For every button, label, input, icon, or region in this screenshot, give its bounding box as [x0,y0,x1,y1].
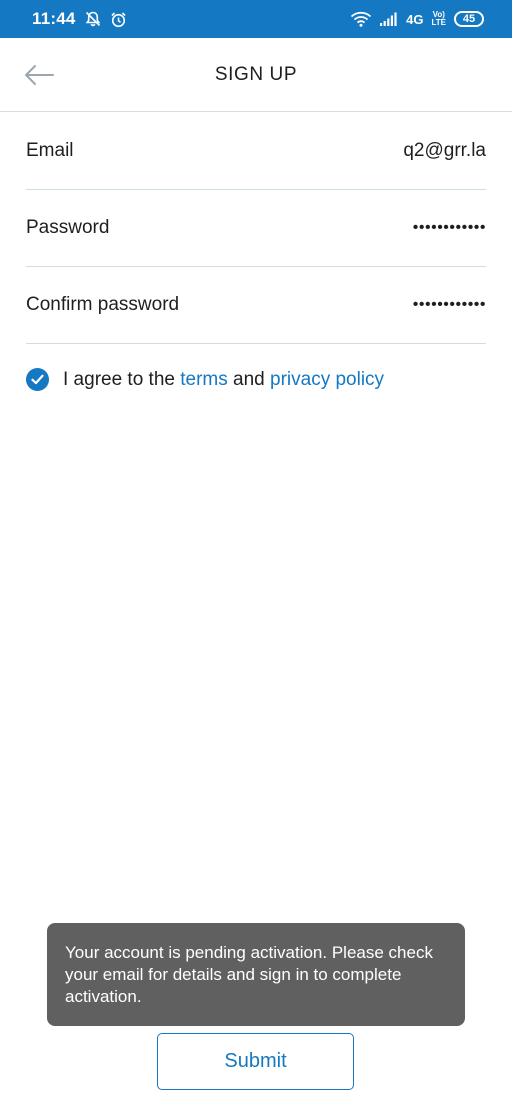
status-left: 11:44 [32,9,127,29]
wifi-icon [350,11,372,27]
agreement-prefix: I agree to the [63,368,181,390]
agreement-row: I agree to the terms and privacy policy [26,368,384,391]
volte-bottom: LTE [431,18,446,27]
confirm-password-row[interactable]: Confirm password •••••••••••• [26,267,486,344]
page-title: SIGN UP [214,63,298,85]
password-label: Password [26,217,110,238]
app-header: SIGN UP [0,38,512,112]
agreement-middle: and [227,368,271,390]
agree-checkbox[interactable] [26,368,49,391]
volte-indicator: Vo) LTE [431,11,446,27]
confirm-password-field[interactable]: •••••••••••• [413,296,486,314]
password-row[interactable]: Password •••••••••••• [26,190,486,267]
toast-message: Your account is pending activation. Plea… [47,923,465,1026]
email-label: Email [26,140,74,161]
privacy-policy-link[interactable]: privacy policy [270,369,384,390]
muted-notifications-icon [84,10,102,28]
status-time: 11:44 [32,9,76,28]
checkmark-icon [31,374,44,385]
battery-level: 45 [462,13,476,25]
password-field[interactable]: •••••••••••• [413,219,486,237]
confirm-password-label: Confirm password [26,294,180,315]
submit-button[interactable]: Submit [157,1033,354,1090]
email-field[interactable]: q2@grr.la [403,140,486,162]
terms-link[interactable]: terms [180,369,228,390]
toast-text: Your account is pending activation. Plea… [65,943,433,1006]
email-row[interactable]: Email q2@grr.la [26,113,486,190]
status-bar: 11:44 4G Vo) LTE 45 [0,0,512,38]
back-button[interactable] [20,56,58,94]
network-type-label: 4G [406,11,424,27]
battery-icon: 45 [454,11,484,27]
arrow-left-icon [25,65,54,85]
alarm-icon [110,11,127,28]
signal-icon [380,12,398,26]
status-right: 4G Vo) LTE 45 [350,11,484,27]
signup-form: Email q2@grr.la Password •••••••••••• Co… [26,113,486,344]
agreement-text: I agree to the terms and privacy policy [63,369,384,391]
